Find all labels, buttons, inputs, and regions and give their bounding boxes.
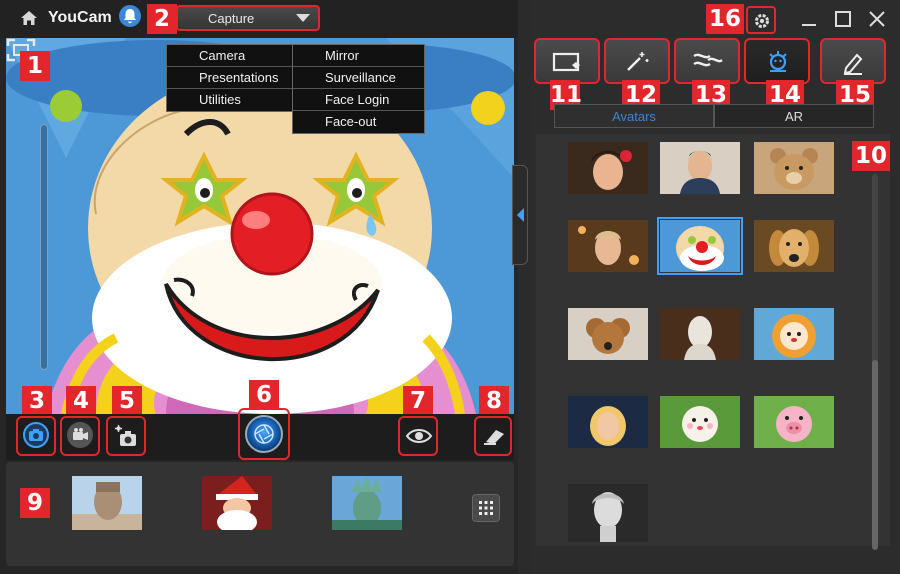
- avatar-sub-tabs: Avatars AR: [554, 104, 874, 128]
- timed-capture-icon: [115, 425, 136, 446]
- eraser-button[interactable]: [474, 416, 512, 456]
- badge-3: 3: [22, 386, 52, 416]
- shutter-button[interactable]: [238, 408, 290, 460]
- home-icon[interactable]: [20, 10, 38, 26]
- avatar-woman-ribbon[interactable]: [568, 142, 648, 194]
- video-mode-button[interactable]: [60, 416, 100, 456]
- tray-item-santa[interactable]: [202, 476, 272, 534]
- avatar-lincoln-statue[interactable]: [660, 308, 740, 360]
- eraser-icon: [484, 430, 504, 445]
- scroll-thumb[interactable]: [872, 360, 878, 550]
- mode-dropdown-menu: Camera Presentations Utilities Mirror Su…: [166, 44, 426, 134]
- badge-16: 16: [706, 4, 744, 34]
- menu-item-utilities[interactable]: Utilities: [167, 89, 292, 111]
- menu-item-camera[interactable]: Camera: [167, 45, 292, 67]
- tab-frames[interactable]: [534, 38, 600, 84]
- tray-item-terracotta[interactable]: [72, 476, 142, 530]
- badge-1: 1: [20, 51, 50, 81]
- badge-5: 5: [112, 386, 142, 416]
- avatar-lion[interactable]: [754, 308, 834, 360]
- menu-item-face-login[interactable]: Face Login: [293, 89, 424, 111]
- menu-item-presentations[interactable]: Presentations: [167, 67, 292, 89]
- menu-item-face-out[interactable]: Face-out: [293, 111, 424, 133]
- tab-ar[interactable]: AR: [714, 104, 874, 128]
- maximize-icon[interactable]: [834, 10, 852, 28]
- timed-capture-button[interactable]: [106, 416, 146, 456]
- grid-button[interactable]: [472, 494, 500, 522]
- avatar-poodle[interactable]: [568, 308, 648, 360]
- badge-2: 2: [147, 4, 177, 34]
- left-panel: YouCam 2 Capture 1 Camera Presentations …: [0, 0, 518, 574]
- badge-8: 8: [479, 386, 509, 416]
- eye-icon: [405, 429, 433, 443]
- menu-column-2: Mirror Surveillance Face Login Face-out: [292, 44, 425, 134]
- avatar-greek-statue[interactable]: [568, 484, 648, 542]
- tab-draw[interactable]: [820, 38, 886, 84]
- settings-button[interactable]: [746, 6, 776, 34]
- eye-button[interactable]: [398, 416, 438, 456]
- close-icon[interactable]: [868, 10, 886, 28]
- avatar-golden-retriever[interactable]: [754, 220, 834, 272]
- avatar-icon: [769, 51, 787, 72]
- avatar-blonde-woman[interactable]: [568, 396, 648, 448]
- chevron-down-icon: [296, 14, 310, 22]
- avatar-grid: [536, 134, 890, 550]
- tab-avatars[interactable]: [744, 38, 810, 84]
- video-camera-icon: [67, 422, 93, 448]
- badge-7: 7: [403, 386, 433, 416]
- badge-10: 10: [852, 141, 890, 171]
- frame-icon: [552, 52, 580, 72]
- avatar-clown[interactable]: [657, 217, 743, 275]
- pen-icon: [843, 53, 863, 75]
- panel-collapse-handle[interactable]: [512, 165, 528, 265]
- title-bar: YouCam 2 Capture: [0, 0, 518, 38]
- avatar-sheep[interactable]: [660, 396, 740, 448]
- tab-avatars-list[interactable]: Avatars: [554, 104, 714, 128]
- magic-wand-icon: [627, 52, 649, 71]
- minimize-icon[interactable]: [800, 10, 818, 28]
- tray-item-liberty[interactable]: [332, 476, 402, 530]
- bell-icon[interactable]: [119, 5, 141, 27]
- capture-control-bar: [6, 408, 514, 460]
- avatar-scrollbar[interactable]: [872, 174, 878, 550]
- shutter-icon: [245, 415, 283, 453]
- badge-4: 4: [66, 386, 96, 416]
- menu-column-1: Camera Presentations Utilities: [166, 44, 293, 112]
- menu-item-mirror[interactable]: Mirror: [293, 45, 424, 67]
- tab-effects[interactable]: [604, 38, 670, 84]
- badge-6: 6: [249, 380, 279, 410]
- avatar-pig[interactable]: [754, 396, 834, 448]
- app-title: YouCam: [48, 9, 112, 26]
- mode-select-value: Capture: [208, 11, 255, 26]
- gear-icon: [755, 14, 769, 28]
- photo-mode-button[interactable]: [16, 416, 56, 456]
- right-panel: 16 11 12 13 14 15 Avatars AR 10: [530, 0, 900, 574]
- avatar-blond-man[interactable]: [568, 220, 648, 272]
- avatar-man-suit[interactable]: [660, 142, 740, 194]
- tab-distortion[interactable]: [674, 38, 740, 84]
- badge-9: 9: [20, 488, 50, 518]
- chevron-left-icon: [517, 208, 524, 222]
- avatar-tray: [6, 462, 514, 566]
- mode-select[interactable]: Capture: [176, 5, 320, 31]
- grid-icon: [479, 501, 493, 515]
- menu-item-surveillance[interactable]: Surveillance: [293, 67, 424, 89]
- zoom-slider[interactable]: [40, 124, 48, 370]
- distortion-icon: [693, 53, 723, 67]
- avatar-teddy-bear[interactable]: [754, 142, 834, 194]
- camera-icon: [23, 422, 49, 448]
